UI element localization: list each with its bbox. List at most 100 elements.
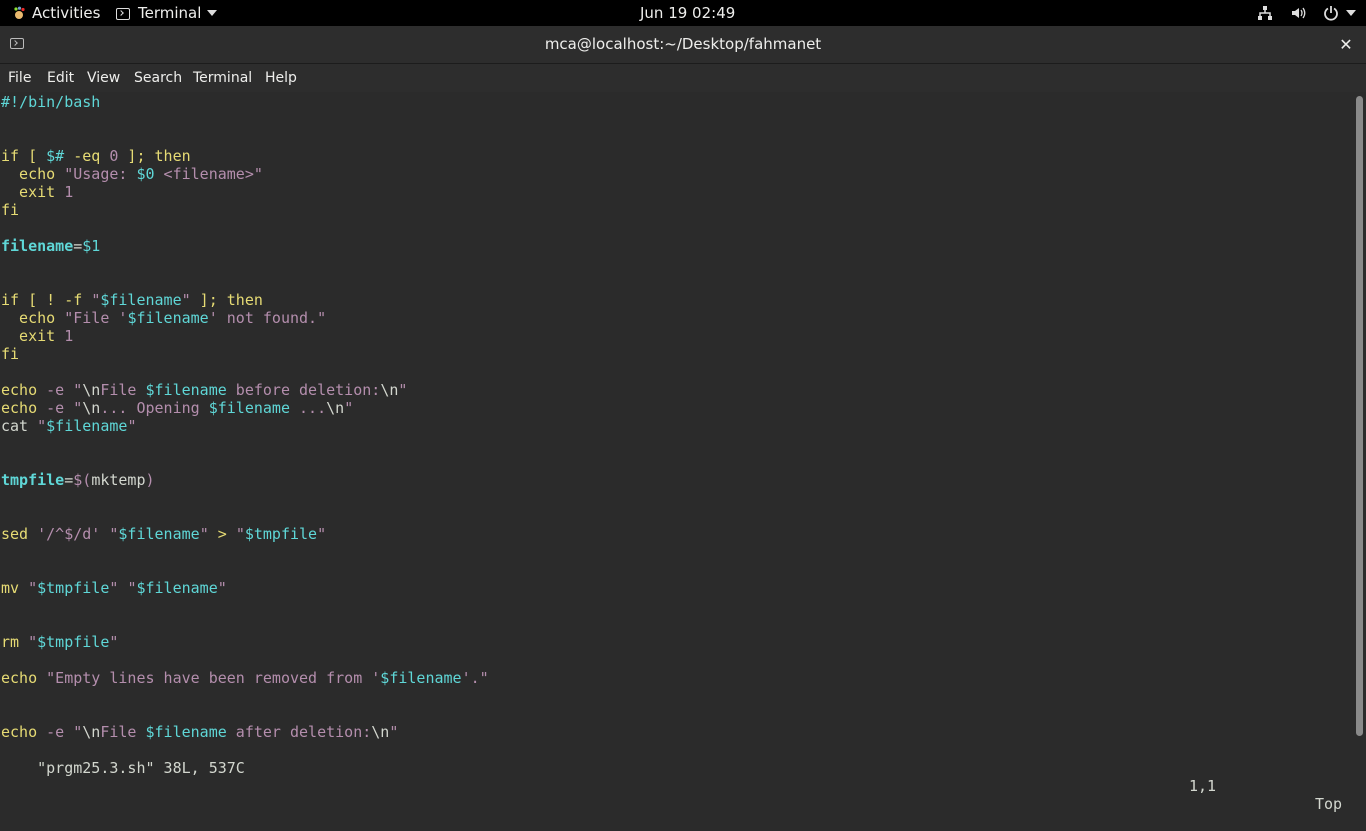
code-token: " [28,579,38,597]
code-token: \n [326,399,345,417]
code-token: " [73,399,83,417]
window-title: mca@localhost:~/Desktop/fahmanet [544,35,822,53]
network-icon [1258,6,1273,20]
code-token: $0 [136,165,155,183]
code-token: $filename [118,525,200,543]
code-token: $filename [136,579,218,597]
menu-terminal[interactable]: Terminal [193,64,252,92]
code-token: $filename [127,309,209,327]
terminal-view[interactable]: #!/bin/bash if [ $# -eq 0 ]; then echo "U… [0,93,1354,813]
code-token: after deletion: [226,723,372,741]
code-token: ... Opening [100,399,209,417]
system-tray[interactable] [1246,0,1356,26]
code-line: tmpfile=$(mktemp) [1,471,489,489]
code-token: " [37,417,47,435]
app-menu-button[interactable]: Terminal [116,0,218,26]
menu-help[interactable]: Help [265,64,297,92]
status-scroll-position: Top [1315,795,1343,813]
code-token: $# [46,147,65,165]
clock[interactable]: Jun 19 02:49 [640,0,735,26]
code-token: fi [1,345,20,363]
code-token: -e [46,381,74,399]
code-line: #!/bin/bash [1,93,489,111]
code-token: = [73,237,83,255]
code-token: \n [82,399,101,417]
code-token: " [199,525,209,543]
code-token: '." [461,669,489,687]
code-token: mktemp [91,471,146,489]
code-token: echo [1,165,65,183]
code-token: -e [46,723,74,741]
status-file-info: "prgm25.3.sh" 38L, 537C [37,759,245,777]
code-token: "Usage: [64,165,137,183]
code-token: "File ' [64,309,128,327]
code-token: '/^$/d' [37,525,101,543]
chevron-down-icon [207,10,218,16]
menu-edit[interactable]: Edit [47,64,74,92]
code-token: before deletion: [226,381,381,399]
gnome-foot-icon [14,6,25,19]
menu-search[interactable]: Search [134,64,182,92]
code-token: if [ ! -f [1,291,92,309]
code-line: echo -e "\nFile $filename before deletio… [1,381,489,399]
close-button[interactable]: ✕ [1336,26,1356,63]
code-token: > [208,525,236,543]
code-token: \n [82,723,101,741]
code-token: $tmpfile [37,633,110,651]
code-token: $filename [145,381,227,399]
code-token: 1 [64,183,74,201]
code-line: if [ ! -f "$filename" ]; then [1,291,489,309]
scrollbar[interactable] [1354,93,1366,768]
menu-bar: File Edit View Search Terminal Help [0,64,1366,92]
code-token: " [344,399,354,417]
code-token: $( [73,471,92,489]
code-token: \n [82,381,101,399]
code-token: $filename [100,291,182,309]
code-token: $filename [208,399,290,417]
code-token: echo [1,399,47,417]
code-token: ... [290,399,327,417]
code-token: $1 [82,237,101,255]
code-line: fi [1,201,489,219]
code-line: filename=$1 [1,237,489,255]
code-token: echo [1,669,47,687]
code-token: File [100,381,146,399]
code-token: <filename>" [154,165,263,183]
code-token: #!/bin/bash [1,93,101,111]
code-token: File [100,723,146,741]
code-line: sed '/^$/d' "$filename" > "$tmpfile" [1,525,489,543]
code-token: $filename [380,669,462,687]
code-token: exit [1,183,65,201]
code-token: " [317,525,327,543]
code-token: fi [1,201,20,219]
volume-icon [1292,7,1306,19]
code-token: " [73,381,83,399]
menu-file[interactable]: File [8,64,31,92]
activities-button[interactable]: Activities [12,0,100,26]
code-token: "Empty lines have been removed from ' [46,669,381,687]
menu-view[interactable]: View [87,64,120,92]
code-token: -eq [64,147,110,165]
code-line: echo -e "\n... Opening $filename ...\n" [1,399,489,417]
code-line: mv "$tmpfile" "$filename" [1,579,489,597]
code-line: cat "$filename" [1,417,489,435]
code-token: " [181,291,191,309]
code-token: " [398,381,408,399]
top-bar: Activities Terminal Jun 19 02:49 [0,0,1366,26]
scrollbar-thumb[interactable] [1356,96,1363,736]
